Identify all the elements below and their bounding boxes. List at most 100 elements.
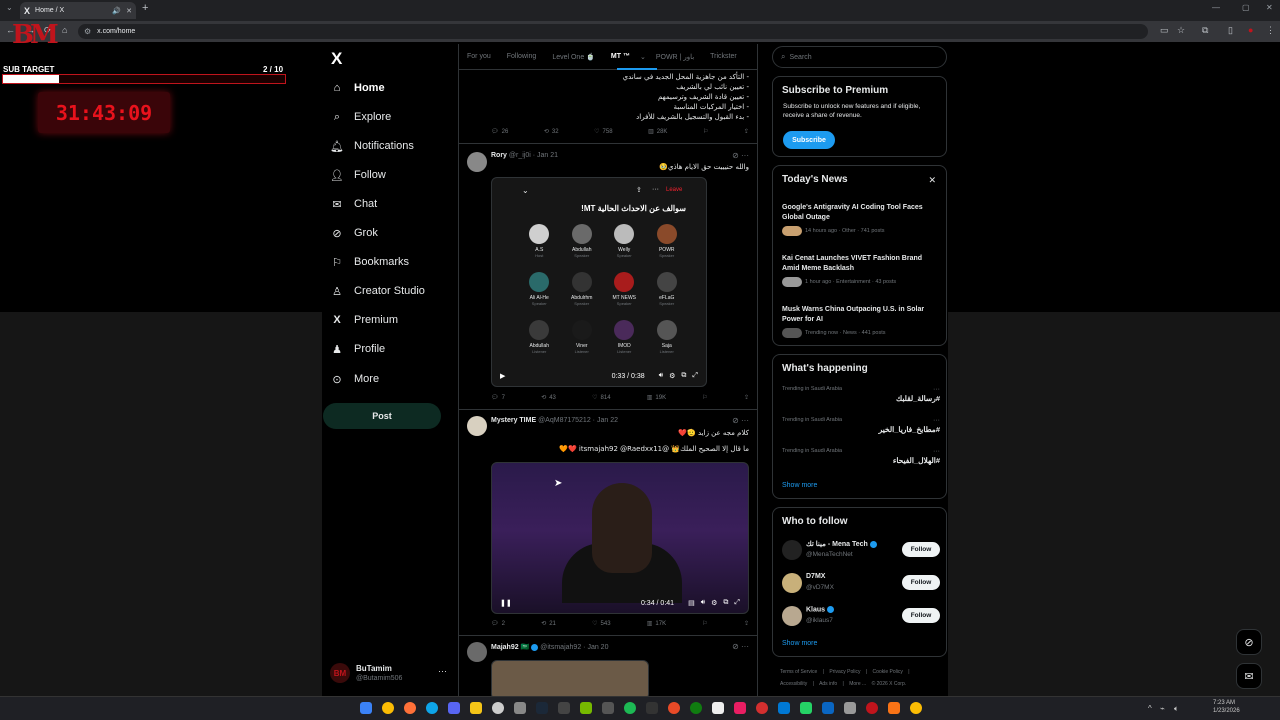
bookmark-button[interactable]: ⚐	[702, 620, 707, 627]
x-logo[interactable]: X	[331, 49, 342, 69]
video-media[interactable]: ❚❚ 0:34 / 0:41 ▤ 🔊︎ ⚙ ⧉ ⤢	[491, 462, 749, 614]
bookmark-star-icon[interactable]: ☆	[1177, 25, 1185, 36]
chevron-down-icon[interactable]: ⌄	[638, 53, 648, 61]
extensions-icon[interactable]: ⧉	[1202, 25, 1208, 36]
fullscreen-icon[interactable]: ⤢	[692, 372, 698, 380]
speaker-icon[interactable]: 🔊	[112, 7, 121, 15]
volume-icon[interactable]: 🔊︎	[701, 599, 705, 607]
chrome-icon[interactable]	[382, 702, 394, 714]
more-dots-icon[interactable]: ···	[652, 186, 659, 193]
new-tab-icon[interactable]: +	[142, 2, 148, 14]
news-item[interactable]: Google's Antigravity AI Coding Tool Face…	[782, 203, 940, 236]
like-button[interactable]: ♡ 758	[594, 128, 612, 136]
app-icon[interactable]	[602, 702, 614, 714]
participant[interactable]: Abdullah Speaker	[561, 224, 604, 258]
tab-level-one[interactable]: Level One 🍵	[544, 53, 603, 61]
app-icon[interactable]	[514, 702, 526, 714]
tweet-date[interactable]: Jan 21	[537, 152, 558, 159]
repost-button[interactable]: ⟲ 21	[541, 620, 556, 628]
tweet[interactable]: Majah92 🇸🇦 @itsmajah92 · Jan 20 ⊘ ···	[459, 636, 757, 696]
nav-home[interactable]: ⌂ Home	[330, 78, 385, 98]
news-item[interactable]: Kai Cenat Launches VIVET Fashion Brand A…	[782, 254, 940, 287]
nav-creator-studio[interactable]: ♙ Creator Studio	[330, 281, 425, 301]
more-dots-icon[interactable]: ···	[933, 386, 940, 393]
app-icon[interactable]	[778, 702, 790, 714]
files-icon[interactable]	[712, 702, 724, 714]
reply-button[interactable]: 💬︎ 7	[491, 394, 505, 402]
settings-icon[interactable]: ⚙	[669, 372, 675, 380]
site-info-icon[interactable]: ⚙	[84, 27, 91, 36]
show-more-link[interactable]: Show more	[782, 482, 817, 489]
pip-icon[interactable]: ⧉	[723, 599, 728, 607]
volume-icon[interactable]: 🔈︎	[1174, 704, 1179, 714]
participant[interactable]: eFLaG Speaker	[646, 272, 689, 306]
close-tab-icon[interactable]: ✕	[126, 7, 132, 15]
tab-mt[interactable]: MT ™	[603, 53, 638, 60]
grok-icon[interactable]: ⊘	[732, 151, 739, 160]
follow-button[interactable]: Follow	[902, 575, 940, 590]
participant[interactable]: Abdullah Listener	[518, 320, 561, 354]
profile-icon[interactable]: ●	[1248, 25, 1253, 35]
nav-premium[interactable]: X Premium	[330, 310, 398, 330]
author-name[interactable]: Rory	[491, 152, 507, 159]
share-button[interactable]: ⇪	[744, 620, 749, 627]
more-dots-icon[interactable]: ···	[741, 416, 749, 425]
participant[interactable]: Abdulrhm Speaker	[561, 272, 604, 306]
app-icon[interactable]	[734, 702, 746, 714]
participant[interactable]: Welly Speaker	[603, 224, 646, 258]
app-icon[interactable]	[646, 702, 658, 714]
share-icon[interactable]: ⇪	[636, 186, 642, 194]
space-recording-media[interactable]: ⌄ ⇪ ··· Leave سوالف عن الاحداث الحالية M…	[491, 177, 707, 387]
app-icon[interactable]	[888, 702, 900, 714]
trend-item[interactable]: Trending in Saudi Arabia #الهلال_الفيحاء…	[782, 448, 940, 465]
app-icon[interactable]	[822, 702, 834, 714]
avatar[interactable]	[467, 152, 487, 172]
url-bar[interactable]: ⚙ x.com/home	[78, 24, 1148, 39]
repost-button[interactable]: ⟲ 43	[541, 394, 556, 402]
share-button[interactable]: ⇪	[744, 128, 749, 135]
participant[interactable]: Ali Al-He Speaker	[518, 272, 561, 306]
chrome-icon[interactable]	[910, 702, 922, 714]
network-icon[interactable]: ⌁	[1160, 704, 1165, 713]
timeline[interactable]: For you Following Level One 🍵 MT ™ ⌄ POW…	[458, 44, 758, 696]
discord-icon[interactable]	[448, 702, 460, 714]
reply-button[interactable]: 💬︎ 2	[491, 620, 505, 628]
home-browser-icon[interactable]: ⌂	[62, 25, 67, 35]
like-button[interactable]: ♡ 814	[592, 394, 610, 402]
author-name[interactable]: Mystery TIME	[491, 417, 536, 424]
close-window-icon[interactable]: ✕	[1266, 3, 1273, 12]
tweet[interactable]: - التأكد من جاهزية المحل الجديد في ساندي…	[459, 70, 757, 144]
views-button[interactable]: ▥ 19K	[647, 394, 666, 402]
app-icon[interactable]	[756, 702, 768, 714]
settings-icon[interactable]	[844, 702, 856, 714]
start-icon[interactable]	[360, 702, 372, 714]
minimize-icon[interactable]: —	[1212, 3, 1220, 12]
nav-explore[interactable]: ⌕ Explore	[330, 107, 391, 127]
author-handle[interactable]: @itsmajah92	[540, 644, 581, 651]
nav-chat[interactable]: ✉ Chat	[330, 194, 377, 214]
nav-grok[interactable]: ⊘ Grok	[330, 223, 377, 243]
like-button[interactable]: ♡ 543	[592, 620, 610, 628]
more-dots-icon[interactable]: ···	[741, 642, 749, 651]
more-dots-icon[interactable]: ···	[741, 151, 749, 160]
author-handle[interactable]: @AqM87175212	[538, 417, 591, 424]
settings-icon[interactable]: ⚙	[711, 599, 717, 607]
avatar[interactable]	[467, 642, 487, 662]
tweet[interactable]: Rory @r_ij0i · Jan 21 ⊘ ··· والله حنيييت…	[459, 144, 757, 410]
more-link[interactable]: More ...	[849, 681, 866, 687]
tray-overflow-icon[interactable]: ^	[1148, 704, 1152, 713]
clock-date[interactable]: 1/23/2026	[1213, 708, 1240, 714]
follow-button[interactable]: Follow	[902, 608, 940, 623]
post-button[interactable]: Post	[323, 403, 441, 429]
show-more-link[interactable]: Show more	[782, 640, 817, 647]
author-name[interactable]: Majah92 🇸🇦	[491, 644, 529, 651]
grok-fab[interactable]: ⊘	[1236, 629, 1262, 655]
views-button[interactable]: ▥ 17K	[647, 620, 666, 628]
subscribe-button[interactable]: Subscribe	[783, 131, 835, 149]
account-switcher[interactable]: BM BuTamim @Butamim506 ···	[330, 660, 450, 690]
terms-link[interactable]: Terms of Service	[780, 669, 817, 675]
nav-follow[interactable]: 👤︎ Follow	[330, 165, 386, 185]
participant[interactable]: A.S Host	[518, 224, 561, 258]
search-input[interactable]: ⌕ Search	[772, 46, 947, 68]
firefox-icon[interactable]	[404, 702, 416, 714]
